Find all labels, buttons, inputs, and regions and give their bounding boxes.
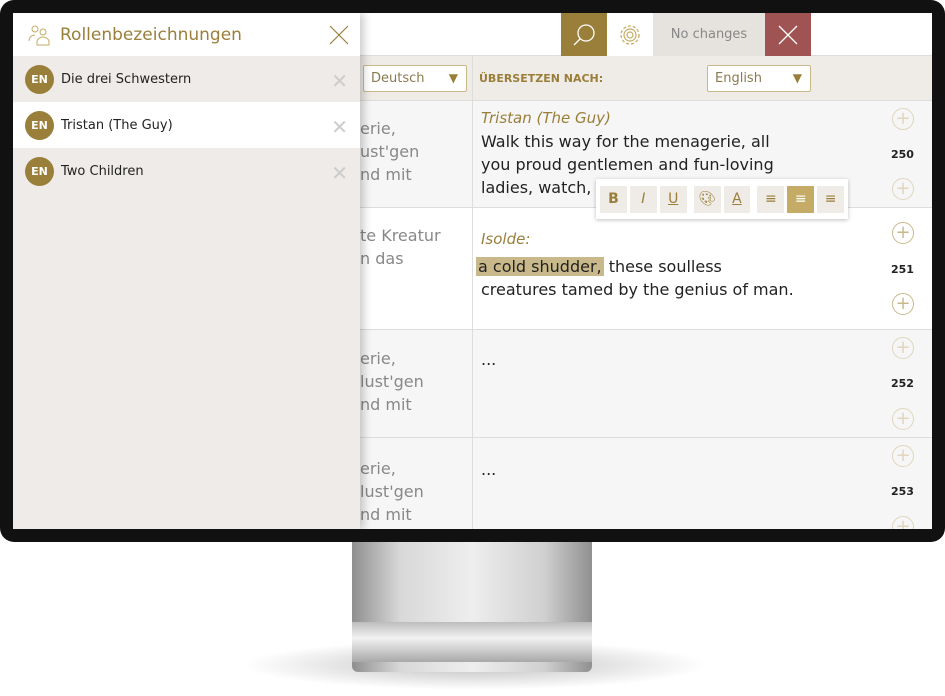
screen: No changes Deutsch ▼ ÜBERSETZEN NACH: Eng… xyxy=(13,13,932,529)
add-below-button[interactable]: + xyxy=(892,408,914,430)
target-cell[interactable]: Isolde: a cold shudder, these soulless cr… xyxy=(476,228,801,301)
gear-icon xyxy=(620,24,640,45)
search-button[interactable] xyxy=(561,13,607,56)
column-divider xyxy=(472,101,473,207)
add-above-button[interactable]: + xyxy=(892,445,914,467)
align-right-icon: ≡ xyxy=(824,191,837,207)
language-badge: EN xyxy=(25,156,54,186)
align-left-button[interactable]: ≡ xyxy=(757,185,785,213)
speaker-label: Isolde: xyxy=(481,230,531,248)
format-toolbar: B I U 🎨︎ A ≡ ≡ ≡ xyxy=(596,179,848,219)
align-right-button[interactable]: ≡ xyxy=(817,185,844,213)
target-text: a cold shudder, these soulless creatures… xyxy=(476,255,801,301)
close-icon[interactable] xyxy=(329,25,349,45)
row-number: 251 xyxy=(891,263,914,276)
row-number: 253 xyxy=(891,485,914,498)
status-text: No changes xyxy=(653,13,765,56)
source-text: erie, ust'gen nd mit xyxy=(360,119,420,184)
search-icon xyxy=(573,23,595,45)
target-language-select[interactable]: English ▼ xyxy=(707,65,811,92)
align-center-button[interactable]: ≡ xyxy=(787,185,815,213)
chevron-down-icon: ▼ xyxy=(792,71,802,85)
highlighted-text: a cold shudder, xyxy=(476,257,604,276)
remove-icon[interactable]: ✕ xyxy=(331,115,348,139)
source-language-value: Deutsch xyxy=(371,71,425,86)
add-above-button[interactable]: + xyxy=(892,337,914,359)
close-icon xyxy=(778,25,798,44)
add-above-button[interactable]: + xyxy=(892,222,914,244)
column-divider xyxy=(472,438,473,529)
target-language-value: English xyxy=(715,71,762,86)
language-badge: EN xyxy=(25,110,54,140)
target-cell[interactable]: ... xyxy=(481,348,496,371)
roles-sidebar: Rollenbezeichnungen EN Die drei Schwester… xyxy=(13,13,360,529)
remove-icon[interactable]: ✕ xyxy=(331,161,348,185)
role-label: Two Children xyxy=(61,163,144,179)
add-below-button[interactable]: + xyxy=(892,293,914,315)
role-item[interactable]: EN Two Children ✕ xyxy=(13,148,360,194)
column-divider xyxy=(472,56,473,100)
role-label: Die drei Schwestern xyxy=(61,71,192,87)
translate-to-label: ÜBERSETZEN NACH: xyxy=(479,72,604,85)
underline-button[interactable]: U xyxy=(659,185,687,213)
role-item[interactable]: EN Tristan (The Guy) ✕ xyxy=(13,102,360,148)
palette-icon: 🎨︎ xyxy=(698,191,716,207)
role-label: Tristan (The Guy) xyxy=(61,117,173,133)
align-center-icon: ≡ xyxy=(794,191,807,207)
close-button[interactable] xyxy=(765,13,811,56)
column-divider xyxy=(472,208,473,329)
text-color-button[interactable]: A xyxy=(723,185,751,213)
chevron-down-icon: ▼ xyxy=(448,71,458,85)
sidebar-title: Rollenbezeichnungen xyxy=(60,24,242,45)
add-below-button[interactable]: + xyxy=(892,516,914,529)
add-below-button[interactable]: + xyxy=(892,178,914,200)
users-icon xyxy=(28,25,50,45)
row-number: 250 xyxy=(891,148,914,161)
speaker-label: Tristan (The Guy) xyxy=(481,109,611,127)
target-cell[interactable]: ... xyxy=(481,458,496,481)
italic-button[interactable]: I xyxy=(629,185,657,213)
source-text: erie, lust'gen nd mit xyxy=(360,349,424,414)
monitor-stand xyxy=(352,542,592,672)
source-language-select[interactable]: Deutsch ▼ xyxy=(363,65,467,92)
sidebar-header: Rollenbezeichnungen xyxy=(13,13,360,56)
role-item[interactable]: EN Die drei Schwestern ✕ xyxy=(13,56,360,102)
language-badge: EN xyxy=(25,64,54,94)
row-number: 252 xyxy=(891,377,914,390)
add-above-button[interactable]: + xyxy=(892,108,914,130)
source-text: erie, lust'gen nd mit xyxy=(360,459,424,524)
source-text: te Kreatur n das xyxy=(360,226,441,268)
bold-button[interactable]: B xyxy=(600,185,627,213)
align-left-icon: ≡ xyxy=(764,191,777,207)
column-divider xyxy=(472,330,473,437)
palette-button[interactable]: 🎨︎ xyxy=(693,185,721,213)
settings-button[interactable] xyxy=(607,13,653,56)
remove-icon[interactable]: ✕ xyxy=(331,69,348,93)
